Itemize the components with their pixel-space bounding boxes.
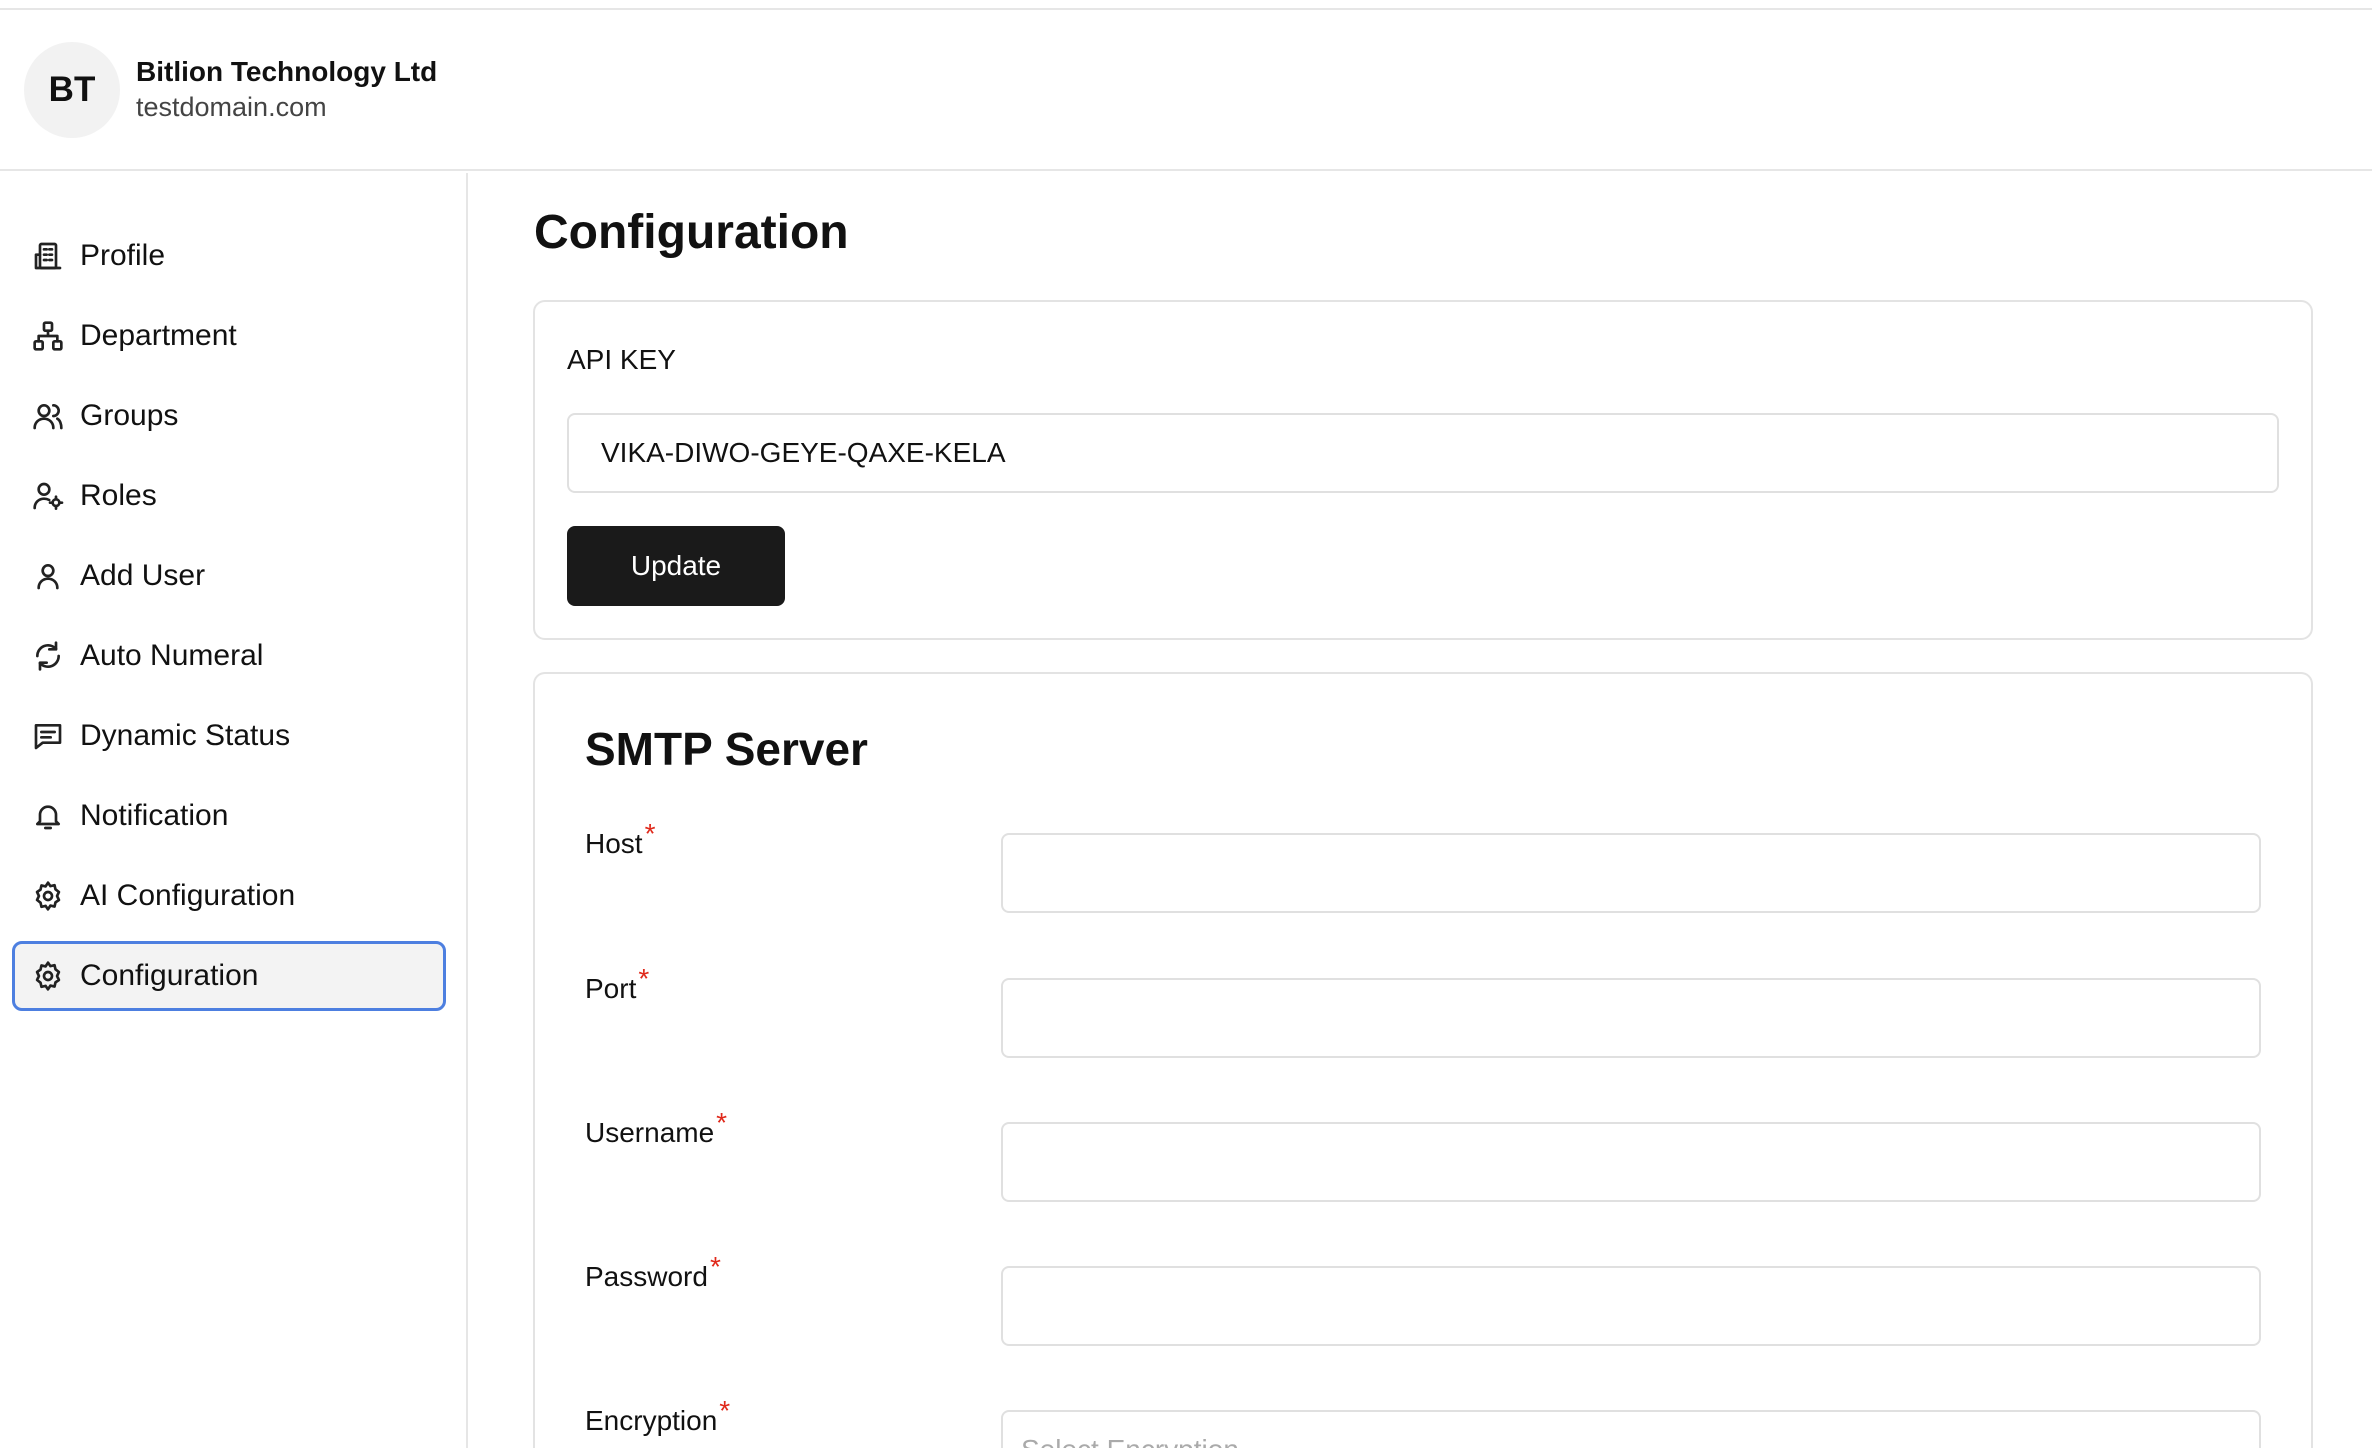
encryption-select[interactable] <box>1001 1410 2261 1448</box>
sidebar-item-label: Configuration <box>80 959 259 992</box>
sidebar-item-configuration[interactable]: Configuration <box>12 941 446 1011</box>
org-domain: testdomain.com <box>136 92 327 122</box>
sidebar-item-notification[interactable]: Notification <box>12 781 446 851</box>
host-label: Host* <box>585 818 656 859</box>
page-title: Configuration <box>534 206 849 259</box>
gear-icon <box>32 960 64 992</box>
sidebar-item-groups[interactable]: Groups <box>12 381 446 451</box>
sidebar-item-auto-numeral[interactable]: Auto Numeral <box>12 621 446 691</box>
update-button[interactable]: Update <box>567 526 785 606</box>
sidebar-item-dynamic-status[interactable]: Dynamic Status <box>12 701 446 771</box>
api-key-card: API KEY Update <box>533 300 2313 640</box>
username-input[interactable] <box>1001 1122 2261 1202</box>
users-icon <box>32 400 64 432</box>
encryption-label: Encryption* <box>585 1395 731 1436</box>
api-key-label: API KEY <box>567 344 676 375</box>
hierarchy-icon <box>32 320 64 352</box>
sidebar-item-label: Profile <box>80 239 166 272</box>
main-content: Configuration API KEY Update SMTP Server… <box>470 173 2372 1448</box>
org-header: BT Bitlion Technology Ltd testdomain.com <box>0 10 2372 171</box>
sidebar-item-add-user[interactable]: Add User <box>12 541 446 611</box>
sidebar-item-ai-configuration[interactable]: AI Configuration <box>12 861 446 931</box>
building-icon <box>32 240 64 272</box>
password-input[interactable] <box>1001 1266 2261 1346</box>
required-asterisk: * <box>638 963 650 994</box>
required-asterisk: * <box>716 1107 728 1138</box>
port-input[interactable] <box>1001 978 2261 1058</box>
avatar: BT <box>24 42 120 138</box>
sidebar-item-profile[interactable]: Profile <box>12 221 446 291</box>
sidebar-item-label: Notification <box>80 799 229 832</box>
host-input[interactable] <box>1001 833 2261 913</box>
refresh-icon <box>32 640 64 672</box>
bell-icon <box>32 800 64 832</box>
sidebar-item-roles[interactable]: Roles <box>12 461 446 531</box>
required-asterisk: * <box>709 1251 721 1282</box>
user-icon <box>32 560 64 592</box>
user-gear-icon <box>32 480 64 512</box>
port-label: Port* <box>585 963 650 1004</box>
api-key-input[interactable] <box>567 413 2279 493</box>
password-label: Password* <box>585 1251 721 1292</box>
smtp-server-card: SMTP Server Host* Port* Username* Passwo… <box>533 672 2313 1448</box>
username-label: Username* <box>585 1107 728 1148</box>
smtp-title: SMTP Server <box>585 723 868 775</box>
required-asterisk: * <box>719 1395 731 1426</box>
message-icon <box>32 720 64 752</box>
sidebar-item-label: Groups <box>80 399 179 432</box>
gear-icon <box>32 880 64 912</box>
sidebar-item-label: Department <box>80 319 237 352</box>
top-divider <box>0 0 2372 10</box>
required-asterisk: * <box>644 818 656 849</box>
sidebar-item-label: Dynamic Status <box>80 719 291 752</box>
sidebar-item-label: AI Configuration <box>80 879 296 912</box>
sidebar: Profile Department Groups Roles Add User… <box>0 173 468 1448</box>
sidebar-item-department[interactable]: Department <box>12 301 446 371</box>
sidebar-item-label: Auto Numeral <box>80 639 264 672</box>
sidebar-item-label: Add User <box>80 559 206 592</box>
sidebar-item-label: Roles <box>80 479 157 512</box>
org-name: Bitlion Technology Ltd <box>136 56 438 87</box>
